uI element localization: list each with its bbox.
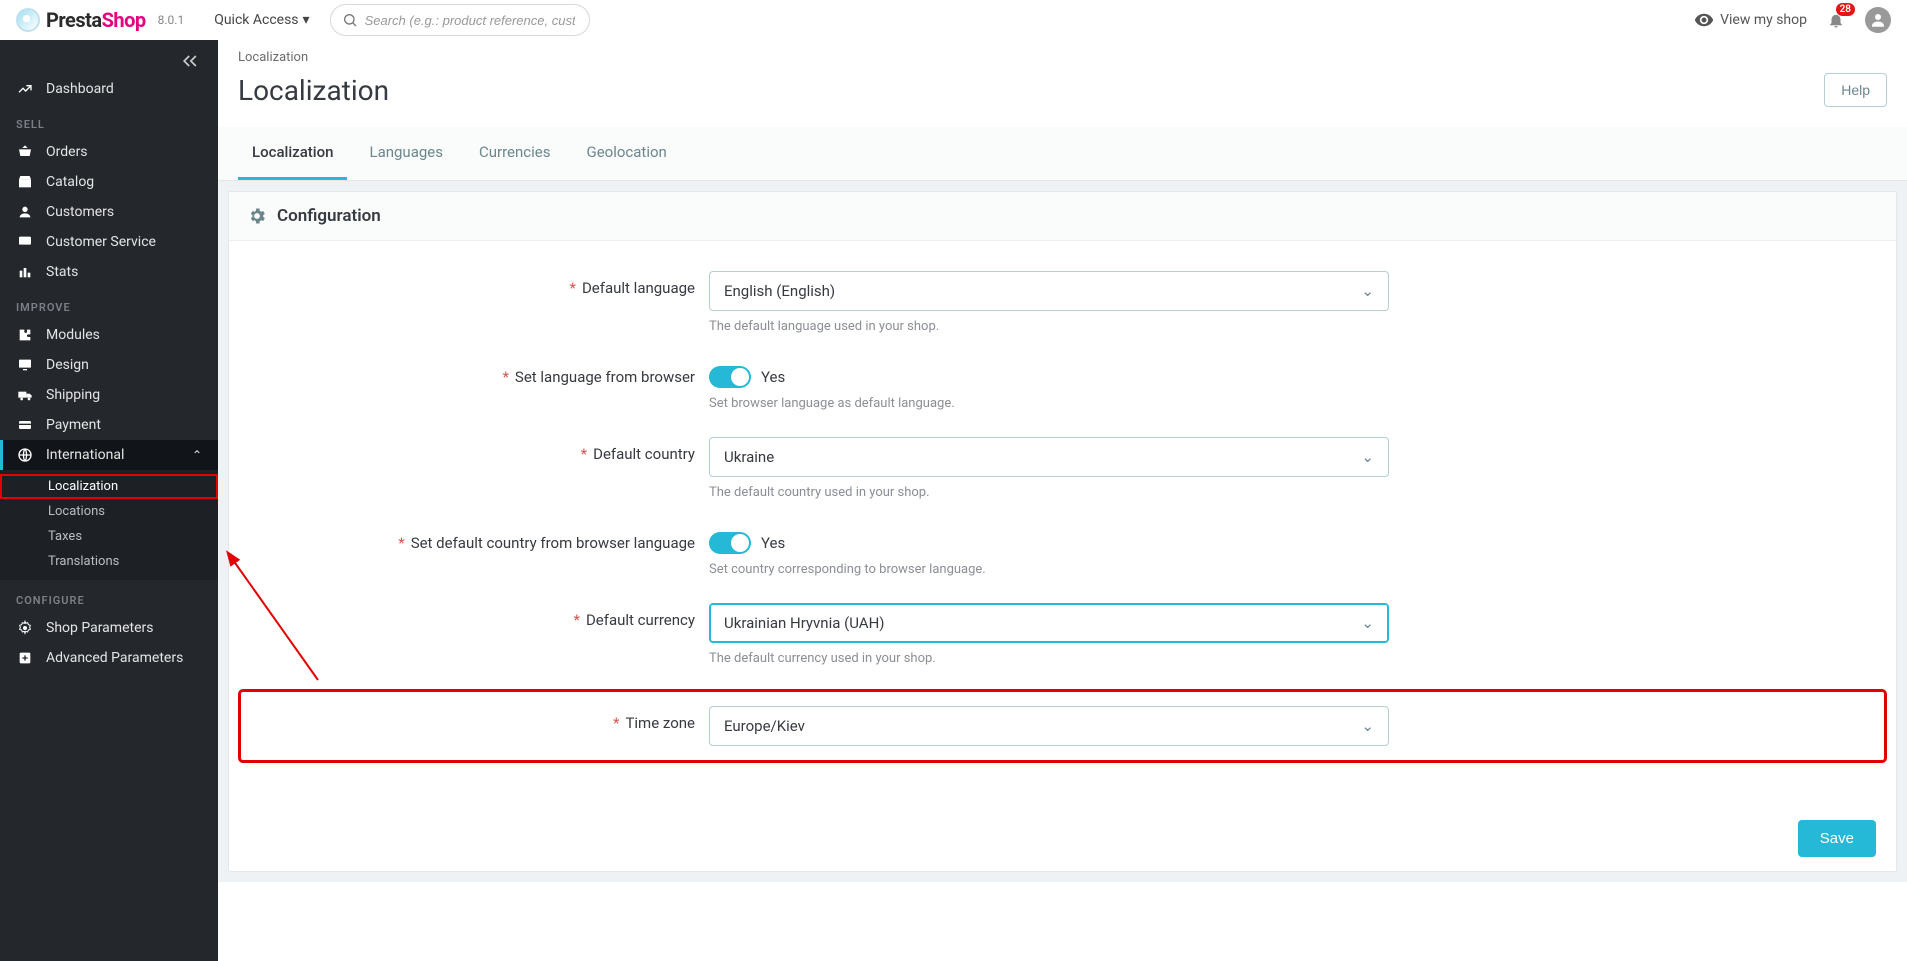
default-country-help: The default country used in your shop.	[709, 485, 1389, 500]
collapse-sidebar-button[interactable]	[0, 40, 218, 74]
default-currency-select[interactable]: Ukrainian Hryvnia (UAH) ⌄	[709, 603, 1389, 643]
sidebar-item-payment[interactable]: Payment	[0, 410, 218, 440]
sidebar-item-international[interactable]: International ⌃	[0, 440, 218, 470]
tab-localization[interactable]: Localization	[238, 127, 347, 180]
gear-icon	[16, 620, 34, 636]
time-zone-select[interactable]: Europe/Kiev ⌄	[709, 706, 1389, 746]
save-button[interactable]: Save	[1798, 820, 1876, 857]
logo-icon	[16, 8, 40, 32]
chevron-down-icon: ⌄	[1361, 717, 1374, 735]
chevron-down-icon: ⌄	[1361, 448, 1374, 466]
chevron-up-icon: ⌃	[192, 448, 202, 462]
default-language-help: The default language used in your shop.	[709, 319, 1389, 334]
lang-from-browser-value: Yes	[761, 368, 785, 386]
sidebar-subitem-translations[interactable]: Translations	[0, 549, 218, 574]
brand-logo[interactable]: PrestaShop 8.0.1	[16, 8, 184, 32]
search-wrap	[330, 4, 590, 36]
main-content: Localization Localization Help Localizat…	[218, 40, 1907, 961]
country-from-browser-help: Set country corresponding to browser lan…	[709, 562, 1389, 577]
card-title: Configuration	[277, 206, 381, 226]
search-icon	[342, 12, 358, 28]
chevron-down-icon: ⌄	[1361, 614, 1374, 632]
credit-card-icon	[16, 417, 34, 433]
quick-access-menu[interactable]: Quick Access ▾	[214, 12, 309, 28]
time-zone-label: Time zone	[625, 714, 695, 732]
gear-icon	[247, 206, 267, 226]
sidebar-section-sell: SELL	[0, 104, 218, 137]
basket-icon	[16, 144, 34, 160]
chat-icon	[16, 234, 34, 250]
sidebar-section-improve: IMPROVE	[0, 287, 218, 320]
country-from-browser-value: Yes	[761, 534, 785, 552]
logo-text: PrestaShop	[46, 8, 146, 32]
default-currency-label: Default currency	[586, 611, 695, 629]
sidebar-item-customers[interactable]: Customers	[0, 197, 218, 227]
configuration-card: Configuration *Default language English …	[228, 191, 1897, 872]
country-from-browser-toggle[interactable]	[709, 532, 751, 554]
view-shop-link[interactable]: View my shop	[1694, 10, 1807, 30]
default-country-label: Default country	[593, 445, 695, 463]
eye-icon	[1694, 10, 1714, 30]
version-label: 8.0.1	[158, 13, 185, 27]
tab-geolocation[interactable]: Geolocation	[572, 127, 680, 180]
sidebar-item-shipping[interactable]: Shipping	[0, 380, 218, 410]
globe-icon	[16, 447, 34, 463]
sidebar-item-orders[interactable]: Orders	[0, 137, 218, 167]
default-country-select[interactable]: Ukraine ⌄	[709, 437, 1389, 477]
tab-languages[interactable]: Languages	[355, 127, 457, 180]
sidebar: Dashboard SELL Orders Catalog Customers …	[0, 40, 218, 961]
sidebar-subitem-taxes[interactable]: Taxes	[0, 524, 218, 549]
help-button[interactable]: Help	[1824, 73, 1887, 107]
sidebar-item-shop-parameters[interactable]: Shop Parameters	[0, 613, 218, 643]
sidebar-item-dashboard[interactable]: Dashboard	[0, 74, 218, 104]
sidebar-item-customer-service[interactable]: Customer Service	[0, 227, 218, 257]
international-submenu: Localization Locations Taxes Translation…	[0, 470, 218, 580]
lang-from-browser-toggle[interactable]	[709, 366, 751, 388]
top-header: PrestaShop 8.0.1 Quick Access ▾ View my …	[0, 0, 1907, 40]
default-language-label: Default language	[582, 279, 695, 297]
sidebar-subitem-locations[interactable]: Locations	[0, 499, 218, 524]
tabs: Localization Languages Currencies Geoloc…	[218, 127, 1907, 181]
sidebar-item-stats[interactable]: Stats	[0, 257, 218, 287]
lang-from-browser-help: Set browser language as default language…	[709, 396, 1389, 411]
sidebar-item-catalog[interactable]: Catalog	[0, 167, 218, 197]
sidebar-subitem-localization[interactable]: Localization	[0, 474, 218, 499]
sidebar-item-advanced-parameters[interactable]: Advanced Parameters	[0, 643, 218, 673]
store-icon	[16, 174, 34, 190]
monitor-icon	[16, 357, 34, 373]
notification-badge: 28	[1836, 3, 1855, 16]
default-currency-help: The default currency used in your shop.	[709, 651, 1389, 666]
notifications-button[interactable]: 28	[1827, 11, 1845, 29]
page-title: Localization	[238, 74, 389, 107]
caret-down-icon: ▾	[303, 12, 310, 28]
breadcrumb: Localization	[218, 40, 1907, 65]
default-language-select[interactable]: English (English) ⌄	[709, 271, 1389, 311]
sidebar-section-configure: CONFIGURE	[0, 580, 218, 613]
search-input[interactable]	[330, 4, 590, 36]
country-from-browser-label: Set default country from browser languag…	[411, 534, 695, 552]
sidebar-item-modules[interactable]: Modules	[0, 320, 218, 350]
puzzle-icon	[16, 327, 34, 343]
plus-box-icon	[16, 650, 34, 666]
time-zone-row-highlight: *Time zone Europe/Kiev ⌄	[241, 692, 1884, 760]
lang-from-browser-label: Set language from browser	[515, 368, 695, 386]
profile-avatar[interactable]	[1865, 7, 1891, 33]
sidebar-item-design[interactable]: Design	[0, 350, 218, 380]
person-icon	[16, 204, 34, 220]
chevron-down-icon: ⌄	[1361, 282, 1374, 300]
tab-currencies[interactable]: Currencies	[465, 127, 565, 180]
bar-chart-icon	[16, 264, 34, 280]
truck-icon	[16, 387, 34, 403]
trending-up-icon	[16, 81, 34, 97]
